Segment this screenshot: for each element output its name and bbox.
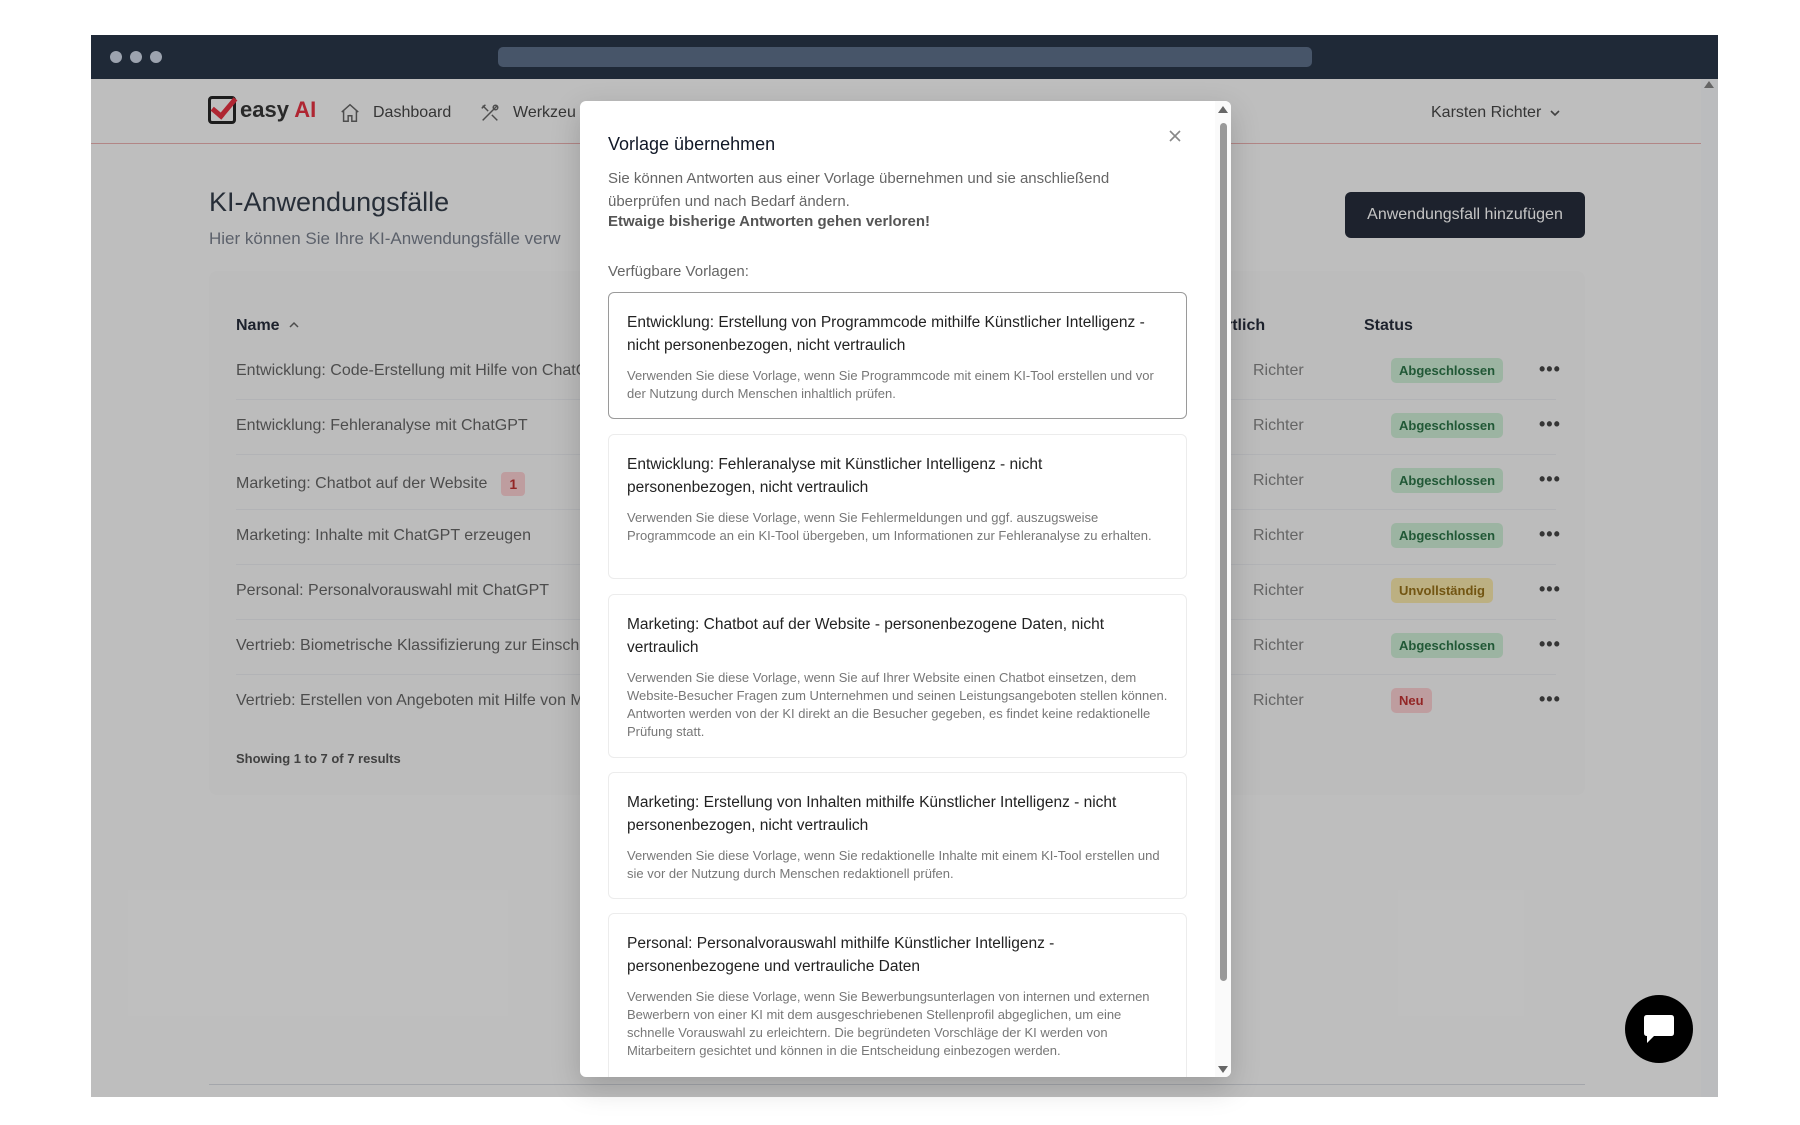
window-dot — [110, 51, 122, 63]
scrollbar-thumb[interactable] — [1220, 123, 1227, 981]
template-description: Verwenden Sie diese Vorlage, wenn Sie Pr… — [627, 368, 1154, 401]
browser-chrome — [91, 35, 1718, 79]
close-button[interactable] — [1165, 127, 1185, 147]
window-dot — [150, 51, 162, 63]
template-card[interactable]: Entwicklung: Fehleranalyse mit Künstlich… — [608, 434, 1187, 579]
template-title: Marketing: Erstellung von Inhalten mithi… — [627, 794, 1117, 834]
address-bar[interactable] — [498, 47, 1312, 67]
close-icon — [1169, 129, 1181, 142]
scroll-up-icon[interactable] — [1218, 106, 1228, 113]
chat-button[interactable] — [1625, 995, 1693, 1063]
window-dot — [130, 51, 142, 63]
scroll-down-icon[interactable] — [1218, 1066, 1228, 1073]
template-title: Entwicklung: Fehleranalyse mit Künstlich… — [627, 456, 1043, 496]
template-title: Entwicklung: Erstellung von Programmcode… — [627, 314, 1145, 354]
template-card[interactable]: Marketing: Erstellung von Inhalten mithi… — [608, 772, 1187, 899]
modal-title: Vorlage übernehmen — [608, 134, 776, 154]
template-description: Verwenden Sie diese Vorlage, wenn Sie Fe… — [627, 510, 1152, 543]
template-description: Verwenden Sie diese Vorlage, wenn Sie Be… — [627, 989, 1150, 1058]
template-title: Marketing: Chatbot auf der Website - per… — [627, 616, 1105, 656]
modal-scrollbar[interactable] — [1215, 101, 1231, 1077]
template-title: Personal: Personalvorauswahl mithilfe Kü… — [627, 935, 1055, 975]
template-card[interactable]: Entwicklung: Erstellung von Programmcode… — [608, 292, 1187, 419]
template-description: Verwenden Sie diese Vorlage, wenn Sie au… — [627, 670, 1168, 739]
template-card[interactable]: Personal: Personalvorauswahl mithilfe Kü… — [608, 913, 1187, 1077]
template-description: Verwenden Sie diese Vorlage, wenn Sie re… — [627, 848, 1160, 881]
modal-warning: Etwaige bisherige Antworten gehen verlor… — [608, 213, 931, 230]
available-templates-label: Verfügbare Vorlagen: — [608, 263, 749, 280]
template-card[interactable]: Marketing: Chatbot auf der Website - per… — [608, 594, 1187, 758]
template-modal: Vorlage übernehmen Sie können Antworten … — [580, 101, 1231, 1077]
modal-description: Sie können Antworten aus einer Vorlage ü… — [608, 170, 1110, 210]
chat-bubble-icon — [1644, 1015, 1674, 1043]
